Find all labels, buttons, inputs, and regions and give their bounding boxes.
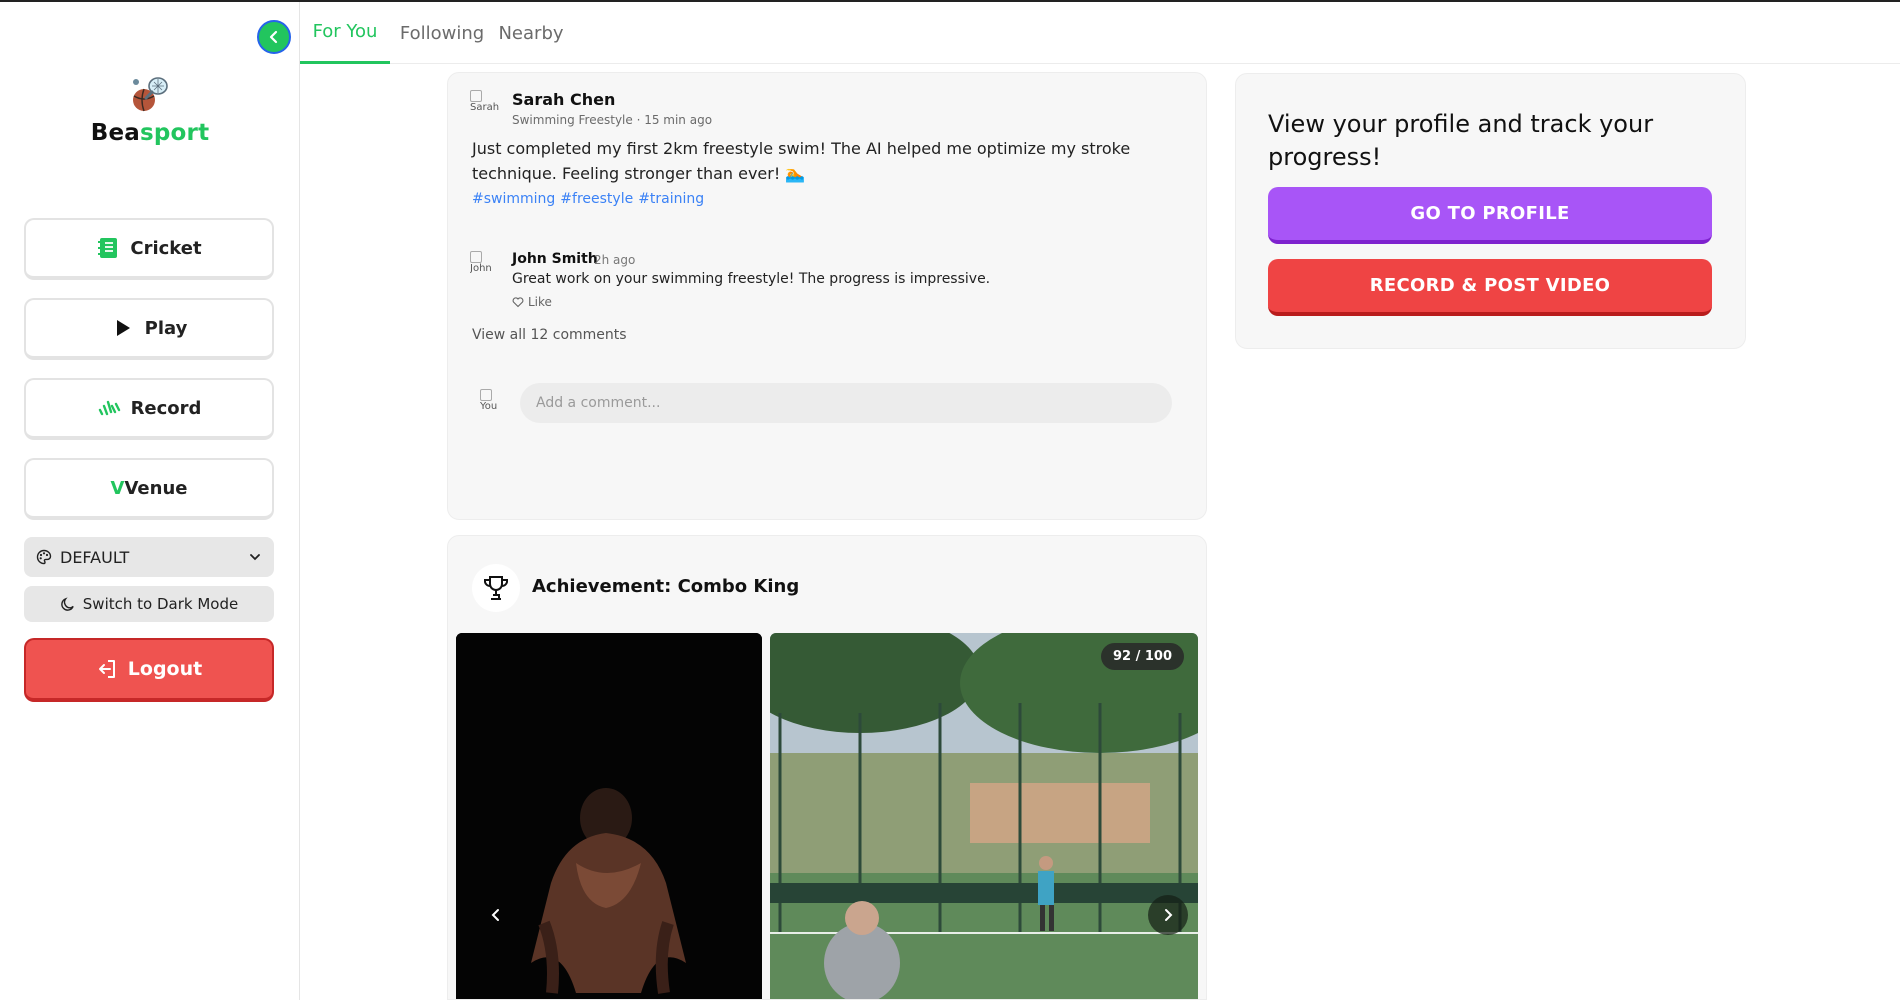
post-meta: Swimming Freestyle · 15 min ago: [512, 113, 713, 127]
palette-icon: [36, 549, 52, 565]
score-badge: 92 / 100: [1100, 643, 1184, 670]
logout-button[interactable]: Logout: [24, 638, 274, 702]
tab-for-you[interactable]: For You: [300, 2, 390, 64]
carousel-next-button[interactable]: [1148, 895, 1188, 935]
hashtag-link[interactable]: #freestyle: [560, 191, 633, 207]
profile-panel: View your profile and track your progres…: [1235, 73, 1746, 349]
feed-tabs: For You Following Nearby: [300, 2, 1900, 64]
sports-logo-icon: [133, 77, 168, 112]
brand-name: Beasport: [90, 120, 210, 146]
tab-nearby[interactable]: Nearby: [498, 2, 564, 64]
theme-select[interactable]: DEFAULT: [24, 537, 274, 577]
nav-play-label: Play: [144, 317, 188, 339]
logout-label: Logout: [127, 658, 203, 680]
comment-text: Great work on your swimming freestyle! T…: [512, 271, 991, 287]
tab-following[interactable]: Following: [400, 2, 484, 64]
nav-venue-label: Venue: [124, 477, 188, 499]
achievement-video-right[interactable]: 92 / 100: [770, 633, 1198, 999]
post-text: Just completed my first 2km freestyle sw…: [472, 139, 1131, 183]
comment-author-avatar[interactable]: John: [470, 251, 504, 285]
nav-record-button[interactable]: Record: [24, 378, 274, 440]
post-author-name[interactable]: Sarah Chen: [512, 90, 615, 109]
logout-icon: [98, 660, 115, 678]
hashtag-link[interactable]: #swimming: [472, 191, 555, 207]
collapse-sidebar-button[interactable]: [257, 20, 291, 54]
comment-like-button[interactable]: Like: [512, 295, 552, 309]
profile-panel-text: View your profile and track your progres…: [1268, 110, 1654, 171]
my-avatar: You: [480, 389, 514, 423]
trophy-icon: [472, 564, 520, 612]
venue-v-icon: V: [110, 477, 125, 499]
chevron-left-icon: [491, 909, 499, 921]
notebook-icon: [96, 236, 120, 260]
dark-mode-toggle-button[interactable]: Switch to Dark Mode: [24, 586, 274, 622]
achievement-video-left[interactable]: [456, 633, 762, 999]
nav-record-label: Record: [130, 397, 202, 419]
chevron-right-icon: [1165, 909, 1173, 921]
post-hashtags: #swimming #freestyle #training: [472, 191, 704, 207]
post-card: Sarah Sarah Chen Swimming Freestyle · 15…: [447, 72, 1207, 520]
view-all-comments-link[interactable]: View all 12 comments: [472, 327, 627, 343]
tennis-court-image: [770, 633, 1198, 999]
achievement-card: Achievement: Combo King 92 / 100: [447, 535, 1207, 1000]
go-to-profile-button[interactable]: GO TO PROFILE: [1268, 187, 1712, 244]
sidebar: Beasport Cricket Play Record V Venue DEF…: [0, 2, 300, 1000]
soundwave-icon: [97, 396, 121, 420]
nav-play-button[interactable]: Play: [24, 298, 274, 360]
achievement-title: Achievement: Combo King: [532, 576, 800, 597]
comment-author-name[interactable]: John Smith: [512, 251, 598, 267]
nav-cricket-button[interactable]: Cricket: [24, 218, 274, 280]
nav-cricket-label: Cricket: [130, 237, 202, 259]
brand-logo[interactable]: Beasport: [0, 74, 300, 146]
theme-select-value: DEFAULT: [60, 547, 130, 567]
record-post-video-button[interactable]: RECORD & POST VIDEO: [1268, 259, 1712, 316]
play-icon: [111, 316, 135, 340]
comment-time: 2h ago: [594, 253, 636, 267]
moon-icon: [61, 596, 74, 611]
post-author-avatar[interactable]: Sarah: [470, 90, 504, 124]
heart-icon: [512, 297, 524, 308]
carousel-prev-button[interactable]: [476, 895, 516, 935]
dark-mode-label: Switch to Dark Mode: [82, 595, 239, 613]
like-label: Like: [528, 295, 552, 309]
hashtag-link[interactable]: #training: [638, 191, 704, 207]
athlete-image: [456, 633, 762, 999]
chevron-down-icon: [250, 554, 260, 561]
chevron-left-icon: [269, 30, 278, 44]
nav-venue-button[interactable]: V Venue: [24, 458, 274, 520]
comment-input[interactable]: [520, 383, 1172, 423]
